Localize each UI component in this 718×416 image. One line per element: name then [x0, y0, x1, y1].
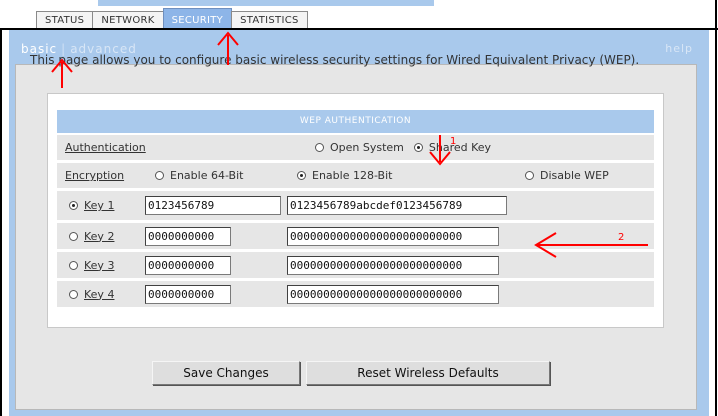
- tab-security[interactable]: SECURITY: [162, 8, 233, 29]
- key-2-64bit-input[interactable]: [145, 226, 231, 246]
- annotation-number-2: 2: [618, 232, 625, 243]
- key-3-radio[interactable]: [69, 260, 78, 270]
- key-1-radio[interactable]: [69, 201, 78, 210]
- open-system-label: Open System: [330, 141, 404, 154]
- authentication-label: Authentication: [65, 141, 146, 154]
- frame-border-left: [0, 28, 2, 416]
- enable-64bit-radio[interactable]: [155, 171, 164, 180]
- encryption-label: Encryption: [65, 169, 125, 182]
- key-row-3: Key 3: [57, 252, 654, 278]
- reset-wireless-defaults-button[interactable]: Reset Wireless Defaults: [306, 361, 550, 385]
- intro-text: This page allows you to configure basic …: [30, 53, 640, 67]
- open-system-radio[interactable]: [315, 143, 324, 152]
- shared-key-label: Shared Key: [428, 141, 492, 154]
- key-1-64bit-input[interactable]: [145, 196, 281, 215]
- key-row-2: Key 2: [57, 223, 654, 249]
- authentication-row: Authentication Open System Shared Key: [57, 135, 654, 160]
- key-4-link[interactable]: Key 4: [84, 288, 114, 301]
- enable-128bit-label: Enable 128-Bit: [312, 169, 393, 182]
- key-4-radio[interactable]: [69, 289, 78, 299]
- key-2-128bit-input[interactable]: [287, 226, 499, 246]
- key-row-1: Key 1: [57, 191, 654, 220]
- disable-wep-radio[interactable]: [525, 171, 534, 180]
- tab-statistics[interactable]: STATISTICS: [231, 11, 308, 29]
- help-link[interactable]: help: [665, 42, 693, 55]
- enable-128bit-radio[interactable]: [297, 171, 306, 180]
- frame-border-right: [715, 0, 717, 416]
- key-2-radio[interactable]: [69, 231, 78, 241]
- key-3-128bit-input[interactable]: [287, 255, 499, 275]
- wep-header: WEP AUTHENTICATION: [57, 110, 654, 133]
- save-changes-button[interactable]: Save Changes: [152, 361, 300, 385]
- disable-wep-label: Disable WEP: [540, 169, 609, 182]
- enable-64bit-label: Enable 64-Bit: [170, 169, 244, 182]
- encryption-row: Encryption Enable 64-Bit Enable 128-Bit …: [57, 163, 654, 188]
- tab-network[interactable]: NETWORK: [92, 11, 164, 29]
- key-2-link[interactable]: Key 2: [84, 230, 114, 243]
- key-4-64bit-input[interactable]: [145, 284, 231, 304]
- key-1-link[interactable]: Key 1: [84, 199, 114, 212]
- tab-status[interactable]: STATUS: [36, 11, 94, 29]
- shared-key-radio[interactable]: [413, 143, 423, 152]
- key-4-128bit-input[interactable]: [287, 284, 499, 304]
- annotation-number-1: 1: [450, 136, 457, 147]
- key-3-link[interactable]: Key 3: [84, 259, 114, 272]
- key-1-128bit-input[interactable]: [287, 196, 507, 215]
- key-row-4: Key 4: [57, 281, 654, 307]
- key-3-64bit-input[interactable]: [145, 255, 231, 275]
- top-frame-strip: [98, 0, 434, 6]
